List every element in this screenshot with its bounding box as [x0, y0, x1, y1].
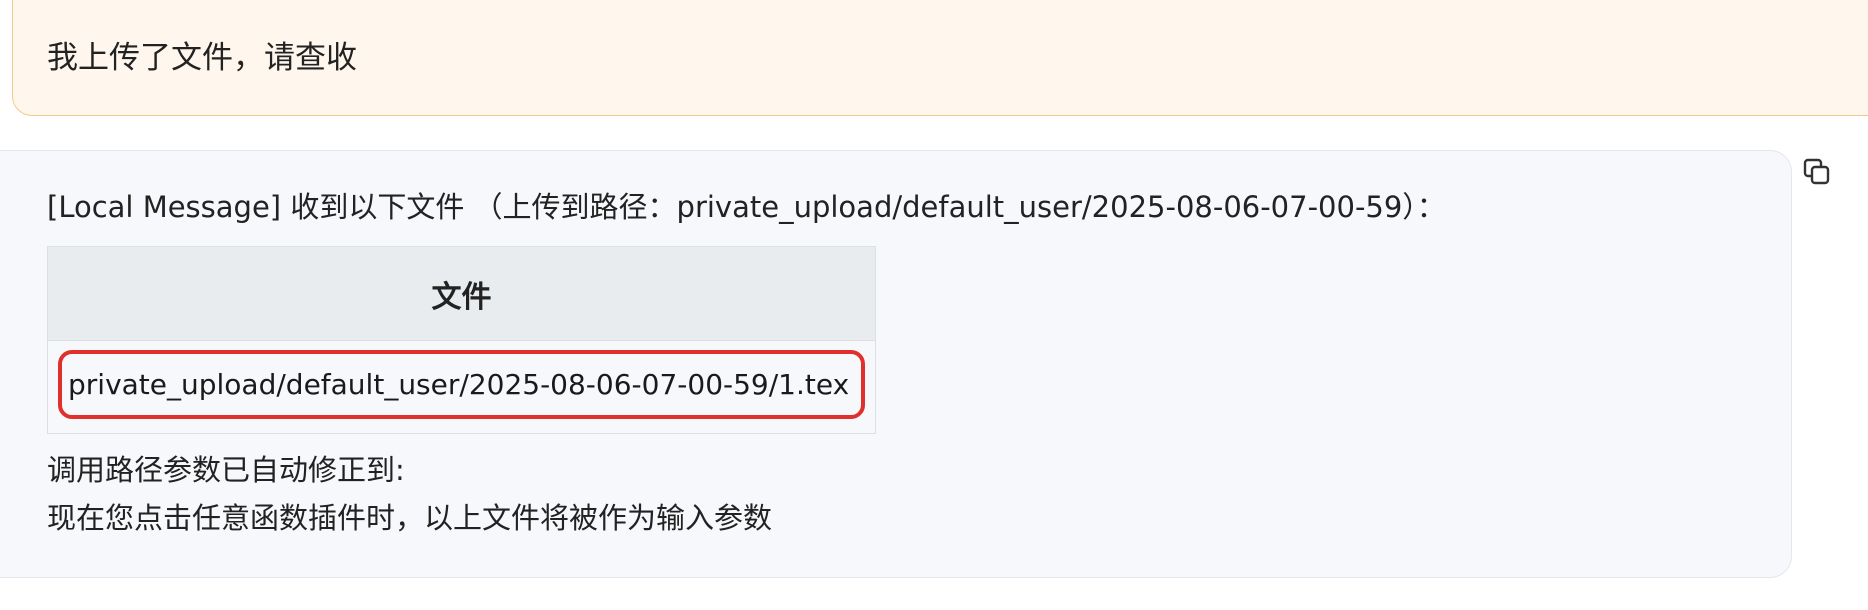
- copy-icon: [1803, 158, 1830, 185]
- highlight-annotation: [58, 350, 865, 419]
- bot-message-path-corrected: 调用路径参数已自动修正到:: [47, 453, 405, 487]
- user-message-bubble: 我上传了文件，请查收: [12, 0, 1868, 116]
- table-header-label: 文件: [431, 279, 492, 315]
- copy-button[interactable]: [1800, 155, 1834, 189]
- table-row: private_upload/default_user/2025-08-06-0…: [48, 341, 875, 433]
- bot-message-intro: [Local Message] 收到以下文件 （上传到路径：private_up…: [47, 190, 1446, 224]
- file-table: 文件 private_upload/default_user/2025-08-0…: [47, 246, 876, 434]
- chat-page: 我上传了文件，请查收 [Local Message] 收到以下文件 （上传到路径…: [0, 0, 1868, 610]
- table-header: 文件: [48, 247, 875, 341]
- bot-message-bubble: [Local Message] 收到以下文件 （上传到路径：private_up…: [0, 150, 1792, 578]
- user-message-text: 我上传了文件，请查收: [47, 40, 357, 76]
- bot-message-input-note: 现在您点击任意函数插件时，以上文件将被作为输入参数: [47, 501, 773, 535]
